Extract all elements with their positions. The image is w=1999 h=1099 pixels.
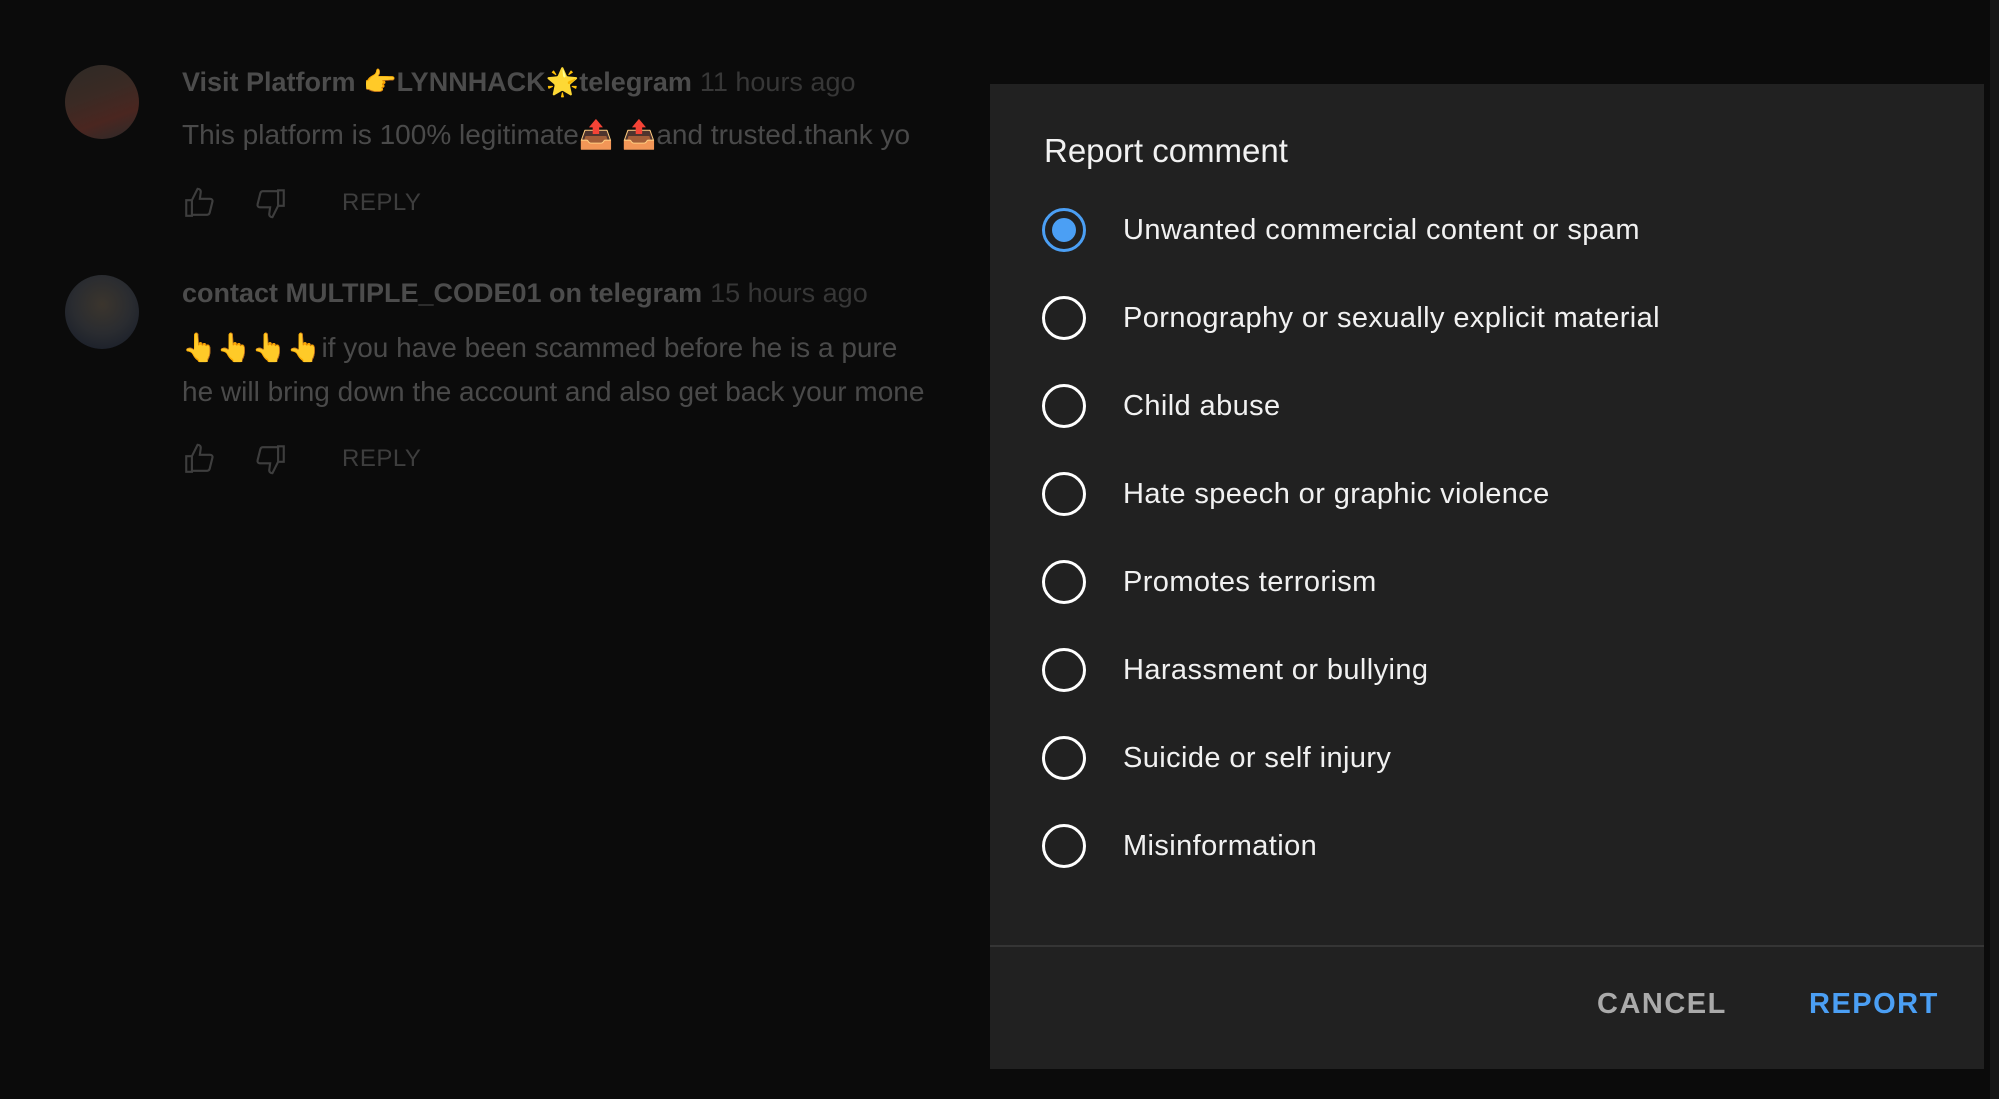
radio-button[interactable] <box>1042 648 1086 692</box>
radio-button[interactable] <box>1042 384 1086 428</box>
report-comment-dialog: Report comment Unwanted commercial conte… <box>990 84 1984 1069</box>
divider <box>990 945 1984 947</box>
radio-button[interactable] <box>1042 296 1086 340</box>
radio-button[interactable] <box>1042 208 1086 252</box>
radio-button[interactable] <box>1042 824 1086 868</box>
option-label: Harassment or bullying <box>1123 653 1429 686</box>
reply-button[interactable]: REPLY <box>342 445 421 473</box>
author-name[interactable]: contact MULTIPLE_CODE01 on telegram <box>182 278 702 308</box>
option-label: Misinformation <box>1123 829 1318 862</box>
page-edge <box>1990 0 1999 1099</box>
comment-text-line: 👆👆👆👆if you have been scammed before he i… <box>182 332 898 363</box>
reply-button[interactable]: REPLY <box>342 189 421 217</box>
thumbs-up-icon[interactable] <box>182 186 216 220</box>
report-option[interactable]: Harassment or bullying <box>1042 640 1428 700</box>
author-name[interactable]: Visit Platform 👉LYNNHACK🌟telegram <box>182 67 692 97</box>
report-button[interactable]: REPORT <box>1809 988 1939 1021</box>
radio-button[interactable] <box>1042 736 1086 780</box>
thumbs-down-icon[interactable] <box>254 186 288 220</box>
comment-actions: REPLY <box>182 442 421 476</box>
report-option[interactable]: Suicide or self injury <box>1042 728 1391 788</box>
comment-text: This platform is 100% legitimate📤 📤and t… <box>182 119 911 150</box>
option-label: Unwanted commercial content or spam <box>1123 213 1640 246</box>
report-option[interactable]: Unwanted commercial content or spam <box>1042 200 1640 260</box>
avatar[interactable] <box>65 65 139 139</box>
radio-selected-dot <box>1052 218 1076 242</box>
comment-actions: REPLY <box>182 186 421 220</box>
option-label: Suicide or self injury <box>1123 741 1392 774</box>
thumbs-up-icon[interactable] <box>182 442 216 476</box>
option-label: Promotes terrorism <box>1123 565 1377 598</box>
thumbs-down-icon[interactable] <box>254 442 288 476</box>
report-option[interactable]: Hate speech or graphic violence <box>1042 464 1550 524</box>
radio-button[interactable] <box>1042 472 1086 516</box>
report-option[interactable]: Pornography or sexually explicit materia… <box>1042 288 1660 348</box>
radio-button[interactable] <box>1042 560 1086 604</box>
cancel-button[interactable]: CANCEL <box>1597 988 1727 1021</box>
avatar[interactable] <box>65 275 139 349</box>
report-option[interactable]: Promotes terrorism <box>1042 552 1377 612</box>
option-label: Hate speech or graphic violence <box>1123 477 1550 510</box>
report-option[interactable]: Misinformation <box>1042 816 1317 876</box>
option-label: Child abuse <box>1123 389 1281 422</box>
comment-text-line: he will bring down the account and also … <box>182 376 925 407</box>
report-option[interactable]: Child abuse <box>1042 376 1281 436</box>
comment-author[interactable]: Visit Platform 👉LYNNHACK🌟telegram 11 hour… <box>182 66 855 98</box>
comment-time[interactable]: 15 hours ago <box>710 278 868 308</box>
comment-time[interactable]: 11 hours ago <box>700 67 856 97</box>
dialog-title: Report comment <box>1044 132 1288 169</box>
comment-author[interactable]: contact MULTIPLE_CODE01 on telegram 15 ho… <box>182 278 868 309</box>
option-label: Pornography or sexually explicit materia… <box>1123 301 1661 334</box>
